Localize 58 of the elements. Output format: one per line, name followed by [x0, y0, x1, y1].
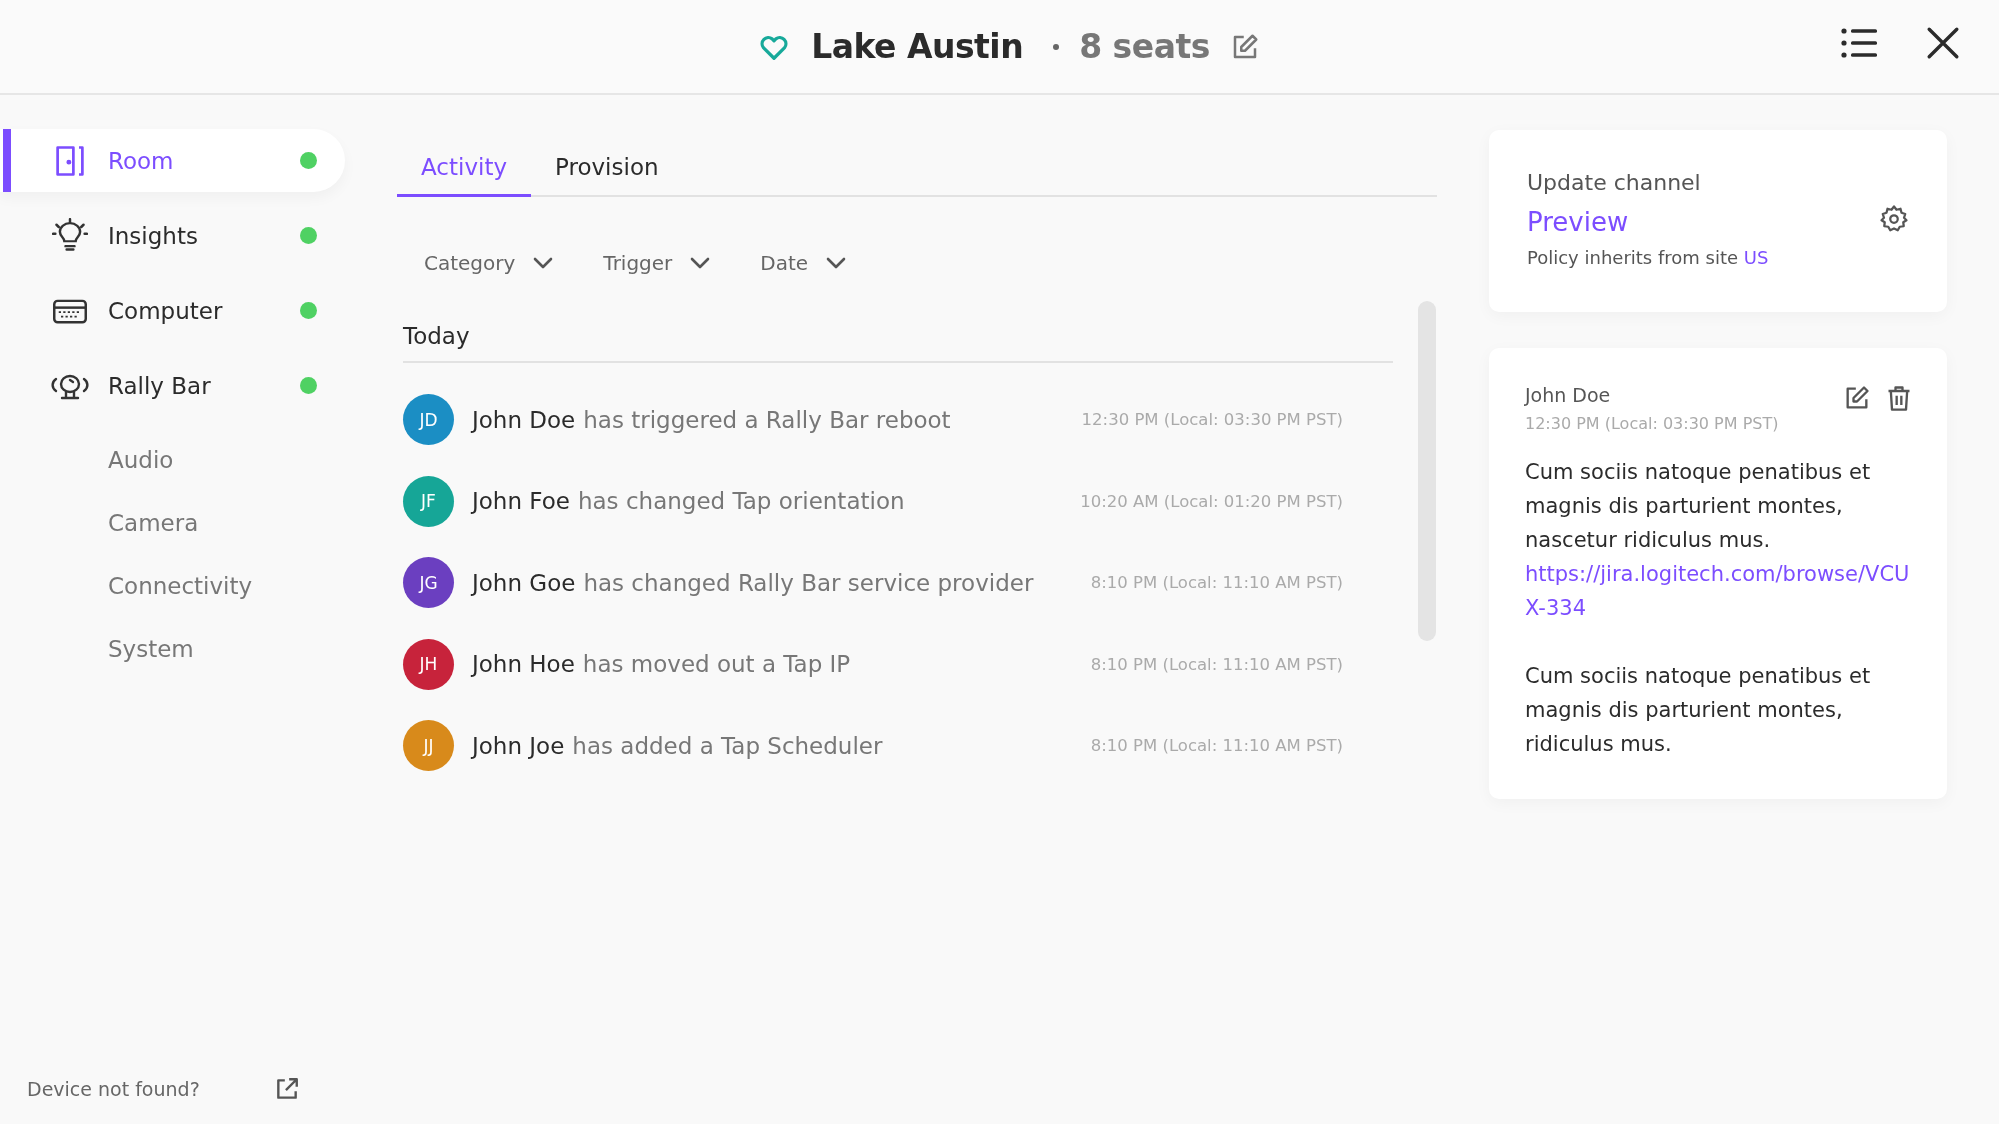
user-name: John Doe — [472, 406, 576, 433]
activity-time: 8:10 PM (Local: 11:10 AM PST) — [1090, 573, 1343, 593]
date-heading: Today — [403, 322, 471, 351]
chevron-down-icon — [533, 257, 554, 269]
update-channel-value: Preview — [1527, 207, 1630, 237]
sidebar-item[interactable]: Room — [0, 129, 345, 192]
activity-text: has changed Rally Bar service provider — [583, 569, 1035, 596]
note-paragraph: Cum sociis natoque penatibus et magnis dis parturient montes, nascetur ridiculus mus. https://jira.logitech.com/browse/VCUX-334 — [1525, 455, 1913, 625]
tab[interactable]: Provision — [531, 138, 683, 197]
sidebar-item[interactable]: Computer — [0, 279, 345, 342]
nav-label: Insights — [108, 222, 199, 249]
device-not-found-link[interactable]: Device not found? — [27, 1078, 200, 1100]
user-name: John Foe — [472, 488, 570, 515]
avatar: JJ — [403, 720, 454, 772]
chevron-down-icon — [690, 257, 711, 269]
room-title: Lake Austin — [811, 27, 1024, 66]
avatar: JF — [403, 475, 454, 527]
filter-dropdown[interactable]: Trigger — [603, 237, 711, 289]
update-channel-label: Update channel — [1527, 170, 1702, 195]
sidebar-subitem[interactable]: System — [0, 618, 345, 681]
note-author: John Doe — [1525, 384, 1612, 406]
activity-time: 8:10 PM (Local: 11:10 AM PST) — [1090, 654, 1343, 674]
filter-dropdown[interactable]: Date — [760, 237, 847, 289]
chevron-down-icon — [826, 257, 847, 269]
user-name: John Joe — [472, 732, 565, 759]
sidebar-item[interactable]: Rally Bar — [0, 354, 345, 417]
avatar: JG — [403, 557, 454, 609]
avatar: JD — [403, 394, 454, 446]
sidebar-subitem[interactable]: Camera — [0, 492, 345, 555]
tab[interactable]: Activity — [397, 138, 531, 197]
separator-dot — [1053, 43, 1060, 50]
activity-text: has changed Tap orientation — [577, 488, 906, 515]
nav-label: Rally Bar — [108, 372, 212, 399]
nav-label: Room — [108, 147, 175, 174]
sidebar-subitem[interactable]: Connectivity — [0, 555, 345, 618]
activity-text: has moved out a Tap IP — [582, 651, 852, 678]
sidebar-item[interactable]: Insights — [0, 204, 345, 267]
lightbulb-icon — [52, 217, 88, 254]
issue-link[interactable]: https://jira.logitech.com/browse/VCUX-334 — [1525, 557, 1913, 625]
avatar: JH — [403, 638, 454, 690]
activity-time: 12:30 PM (Local: 03:30 PM PST) — [1081, 410, 1343, 430]
user-name: John Goe — [472, 569, 576, 596]
filter-dropdown[interactable]: Category — [424, 237, 554, 289]
activity-text: has added a Tap Scheduler — [572, 732, 884, 759]
list-icon[interactable] — [1841, 26, 1877, 60]
activity-time: 10:20 AM (Local: 01:20 PM PST) — [1080, 491, 1343, 511]
note-time: 12:30 PM (Local: 03:30 PM PST) — [1525, 414, 1779, 433]
settings-icon[interactable] — [1879, 204, 1909, 234]
site-link[interactable]: US — [1743, 247, 1769, 268]
user-name: John Hoe — [472, 651, 575, 678]
seat-count: 8 seats — [1079, 27, 1210, 66]
activity-time: 8:10 PM (Local: 11:10 AM PST) — [1090, 736, 1343, 756]
close-icon[interactable] — [1925, 26, 1961, 60]
nav-label: Computer — [108, 297, 224, 324]
activity-text: has triggered a Rally Bar reboot — [583, 406, 952, 433]
sidebar-subitem[interactable]: Audio — [0, 429, 345, 492]
note-paragraph: Cum sociis natoque penatibus et magnis dis parturient montes, ridiculus mus. — [1525, 663, 1872, 758]
policy-text: Policy inherits from site — [1527, 247, 1739, 268]
